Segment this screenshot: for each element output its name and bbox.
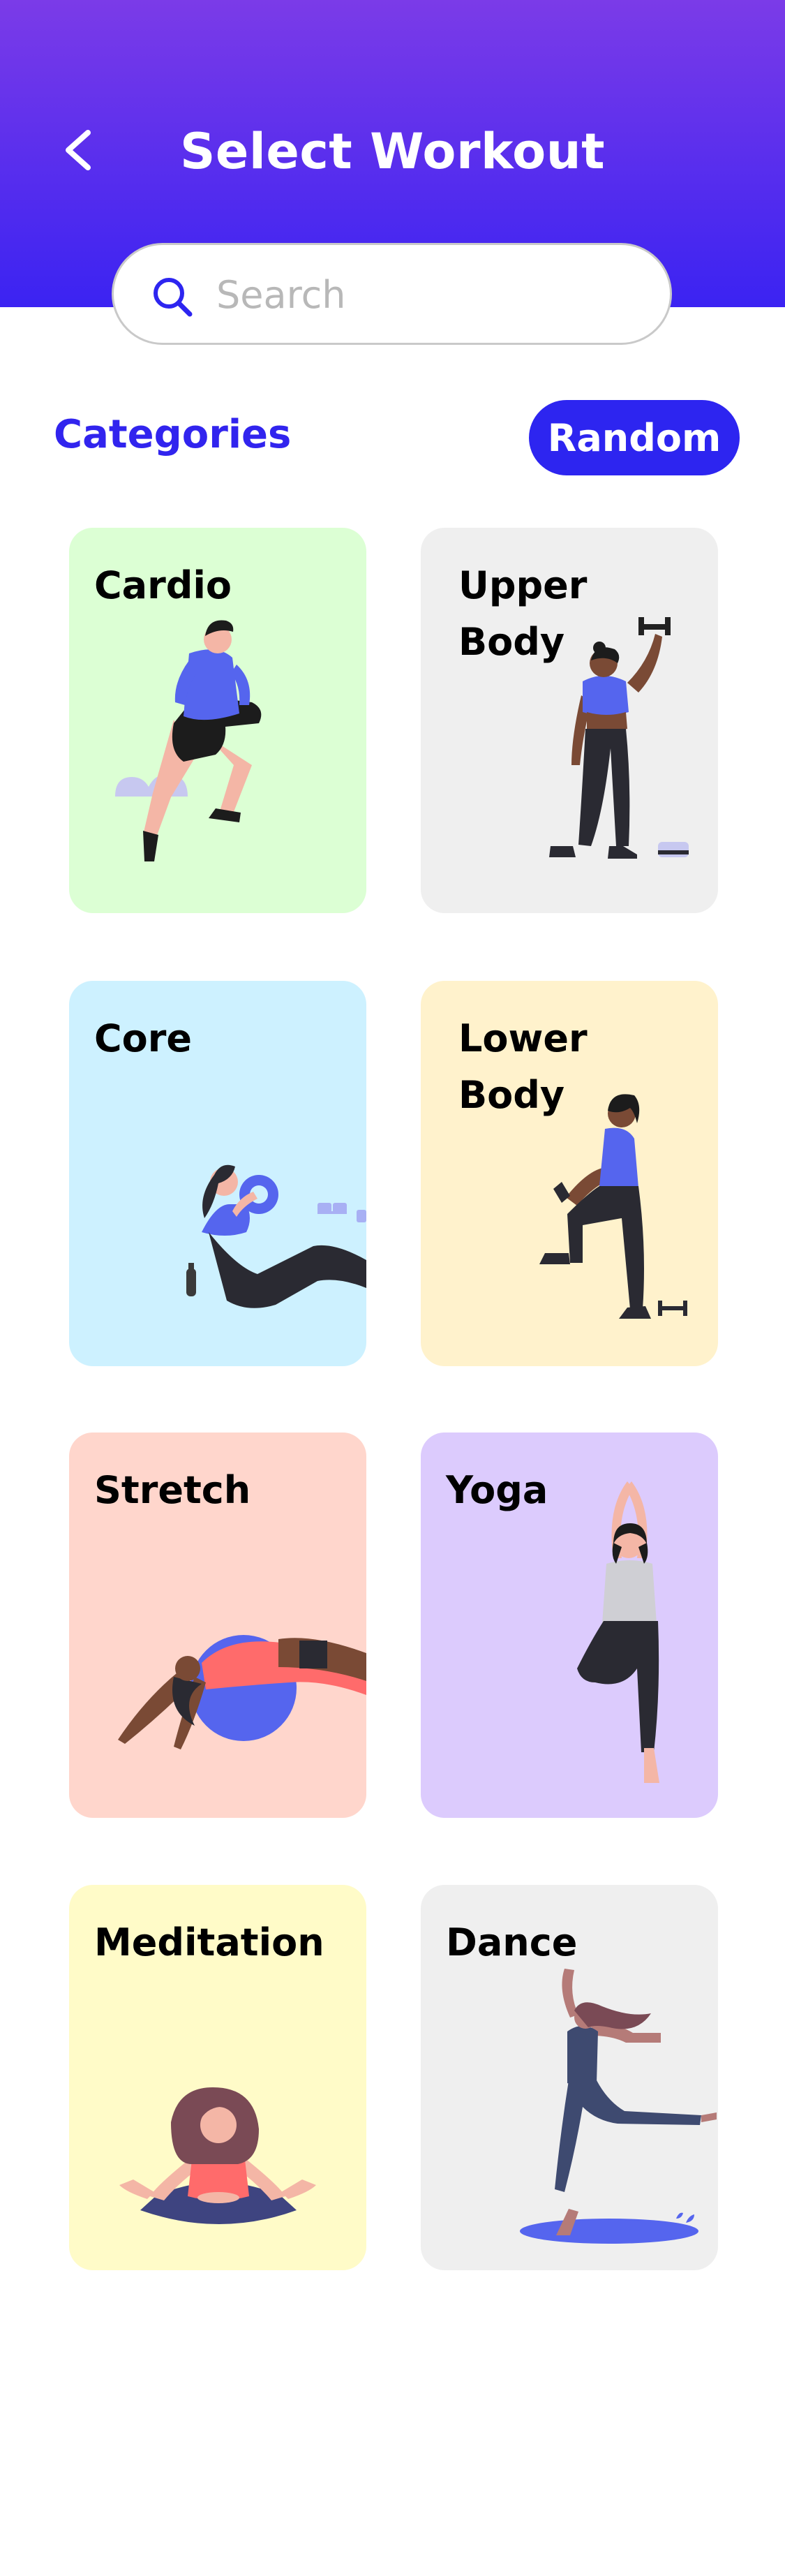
category-label: Stretch (94, 1468, 251, 1512)
category-card-lower-body[interactable]: Lower Body (421, 981, 718, 1366)
category-card-stretch[interactable]: Stretch (69, 1433, 366, 1818)
page-title: Select Workout (179, 123, 606, 180)
category-card-upper-body[interactable]: Upper Body (421, 528, 718, 913)
category-card-dance[interactable]: Dance (421, 1885, 718, 2270)
category-card-yoga[interactable]: Yoga (421, 1433, 718, 1818)
search-bar[interactable] (112, 243, 672, 345)
category-label: Cardio (94, 563, 232, 607)
category-label: Yoga (446, 1468, 548, 1512)
category-label: Core (94, 1016, 192, 1060)
categories-heading: Categories (54, 412, 292, 457)
search-input[interactable] (215, 269, 636, 320)
category-card-cardio[interactable]: Cardio (69, 528, 366, 913)
random-button[interactable]: Random (529, 400, 740, 475)
search-icon (154, 278, 193, 317)
category-label: Dance (446, 1920, 578, 1964)
category-label: Lower Body (458, 1016, 588, 1117)
category-card-meditation[interactable]: Meditation (69, 1885, 366, 2270)
category-card-core[interactable]: Core (69, 981, 366, 1366)
category-label: Upper Body (458, 563, 588, 664)
category-label: Meditation (94, 1920, 324, 1964)
